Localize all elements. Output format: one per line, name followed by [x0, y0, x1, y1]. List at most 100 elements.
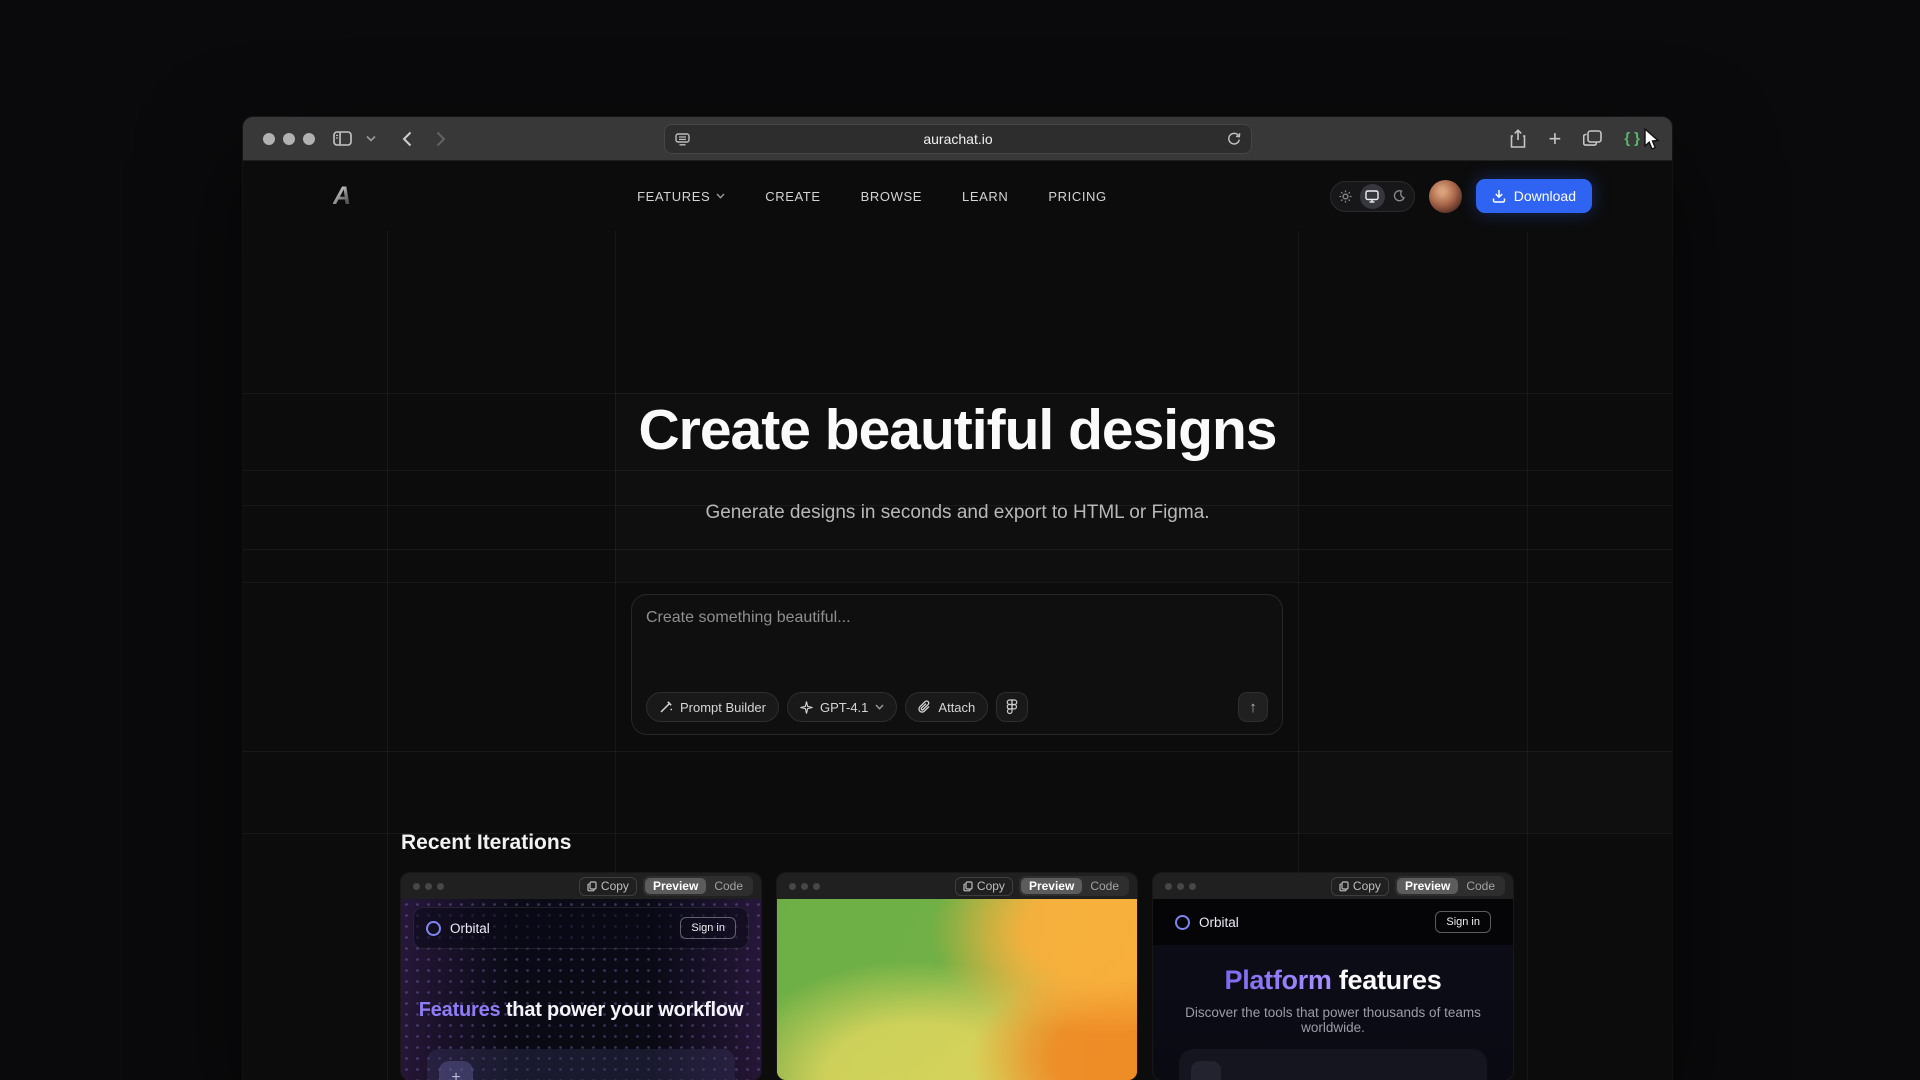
- card-preview-gradient-art[interactable]: [777, 899, 1137, 1080]
- preview-tab[interactable]: Preview: [1021, 878, 1082, 894]
- chevron-down-icon: [716, 193, 725, 199]
- prompt-builder-button[interactable]: Prompt Builder: [646, 692, 779, 722]
- zoom-button[interactable]: [303, 133, 315, 145]
- card-header: Copy Preview Code: [1153, 873, 1513, 899]
- mini-navbar: Orbital Sign in: [413, 907, 749, 949]
- nav-label: CREATE: [765, 189, 820, 204]
- attach-button[interactable]: Attach: [905, 692, 988, 722]
- url-text: aurachat.io: [690, 131, 1227, 147]
- tab-overview-icon[interactable]: [1583, 130, 1602, 147]
- card-preview-platform-features[interactable]: Orbital Sign in Platform features Discov…: [1153, 899, 1513, 1080]
- mini-brand: Orbital: [450, 921, 490, 936]
- new-tab-icon[interactable]: +: [1548, 126, 1561, 152]
- moon-icon: [1393, 190, 1405, 202]
- send-button[interactable]: ↑: [1238, 692, 1268, 722]
- site-header: A FEATURES CREATE BROWSE LEARN PRICING: [243, 161, 1672, 231]
- copy-button[interactable]: Copy: [579, 877, 637, 896]
- view-toggle: Preview Code: [1019, 876, 1129, 896]
- mini-brand: Orbital: [1199, 915, 1239, 930]
- nav-item-features[interactable]: FEATURES: [637, 189, 725, 204]
- theme-dark-button[interactable]: [1387, 184, 1412, 209]
- copy-button[interactable]: Copy: [955, 877, 1013, 896]
- mini-feature-box: [1179, 1049, 1487, 1080]
- model-label: GPT-4.1: [820, 700, 868, 715]
- iteration-card[interactable]: Copy Preview Code: [777, 873, 1137, 1080]
- nav-label: FEATURES: [637, 189, 710, 204]
- nav-item-learn[interactable]: LEARN: [962, 189, 1008, 204]
- code-tab[interactable]: Code: [1082, 878, 1127, 894]
- prompt-composer: Prompt Builder GPT-4.1 Attach ↑: [631, 594, 1283, 735]
- view-toggle: Preview Code: [643, 876, 753, 896]
- preview-tab[interactable]: Preview: [645, 878, 706, 894]
- card-header: Copy Preview Code: [401, 873, 761, 899]
- paperclip-icon: [918, 700, 931, 714]
- theme-switcher: [1330, 181, 1415, 212]
- prompt-builder-label: Prompt Builder: [680, 700, 766, 715]
- recent-iterations-row: Copy Preview Code Orbital Sign in: [401, 873, 1513, 1080]
- browser-toolbar: aurachat.io + {}: [243, 117, 1672, 161]
- mini-headline: Features that power your workflow: [401, 999, 761, 1022]
- user-avatar[interactable]: [1429, 180, 1462, 213]
- page-settings-icon[interactable]: [675, 133, 690, 146]
- download-label: Download: [1514, 188, 1576, 204]
- monitor-icon: [1365, 190, 1379, 203]
- site-logo[interactable]: A: [333, 182, 351, 211]
- sidebar-chevron-icon[interactable]: [366, 135, 376, 142]
- download-icon: [1492, 189, 1506, 203]
- copy-icon: [1339, 881, 1349, 892]
- close-button[interactable]: [263, 133, 275, 145]
- mini-navbar: Orbital Sign in: [1153, 899, 1513, 945]
- reload-icon[interactable]: [1227, 132, 1241, 146]
- window-controls: [263, 133, 315, 145]
- nav-label: LEARN: [962, 189, 1008, 204]
- back-icon[interactable]: [402, 131, 412, 147]
- sparkle-icon: [800, 701, 813, 714]
- share-icon[interactable]: [1510, 129, 1526, 149]
- prompt-input[interactable]: [646, 609, 1268, 692]
- recent-iterations-heading: Recent Iterations: [401, 831, 571, 855]
- wand-icon: [659, 700, 673, 714]
- grid-line: [387, 231, 388, 1080]
- model-selector[interactable]: GPT-4.1: [787, 692, 897, 722]
- mini-headline: Platform features: [1153, 965, 1513, 996]
- mini-subtitle: Discover the tools that power thousands …: [1153, 1005, 1513, 1035]
- code-tab[interactable]: Code: [1458, 878, 1503, 894]
- iteration-card[interactable]: Copy Preview Code Orbital Sign in: [401, 873, 761, 1080]
- copy-icon: [963, 881, 973, 892]
- nav-label: BROWSE: [861, 189, 922, 204]
- copy-button[interactable]: Copy: [1331, 877, 1389, 896]
- attach-label: Attach: [938, 700, 975, 715]
- figma-export-button[interactable]: [996, 692, 1028, 722]
- page-subtitle: Generate designs in seconds and export t…: [243, 502, 1672, 524]
- iteration-card[interactable]: Copy Preview Code Orbital Sign in: [1153, 873, 1513, 1080]
- browser-window: aurachat.io + {}: [243, 117, 1672, 1080]
- sun-icon: [1339, 190, 1352, 203]
- up-arrow-icon: ↑: [1249, 699, 1257, 716]
- mini-signin-button[interactable]: Sign in: [1435, 911, 1491, 933]
- forward-icon[interactable]: [436, 131, 446, 147]
- window-dots: [413, 883, 444, 890]
- header-actions: Download: [1330, 179, 1592, 213]
- mini-tile: [1191, 1061, 1221, 1080]
- preview-tab[interactable]: Preview: [1397, 878, 1458, 894]
- main-menu: FEATURES CREATE BROWSE LEARN PRICING: [637, 189, 1107, 204]
- theme-system-button[interactable]: [1360, 184, 1385, 209]
- download-button[interactable]: Download: [1476, 179, 1592, 213]
- copy-label: Copy: [1353, 879, 1381, 893]
- nav-item-browse[interactable]: BROWSE: [861, 189, 922, 204]
- copy-label: Copy: [977, 879, 1005, 893]
- card-preview-orbital-features[interactable]: Orbital Sign in Features that power your…: [401, 899, 761, 1080]
- code-tab[interactable]: Code: [706, 878, 751, 894]
- sidebar-toggle-icon[interactable]: [333, 131, 352, 146]
- page-title: Create beautiful designs: [243, 397, 1672, 463]
- address-bar[interactable]: aurachat.io: [664, 124, 1252, 154]
- nav-item-create[interactable]: CREATE: [765, 189, 820, 204]
- site-page: A FEATURES CREATE BROWSE LEARN PRICING: [243, 161, 1672, 1080]
- window-dots: [789, 883, 820, 890]
- mouse-cursor: [1641, 127, 1663, 151]
- mini-signin-button[interactable]: Sign in: [680, 917, 736, 939]
- prompt-toolbar: Prompt Builder GPT-4.1 Attach ↑: [646, 692, 1268, 722]
- theme-light-button[interactable]: [1333, 184, 1358, 209]
- minimize-button[interactable]: [283, 133, 295, 145]
- nav-item-pricing[interactable]: PRICING: [1048, 189, 1106, 204]
